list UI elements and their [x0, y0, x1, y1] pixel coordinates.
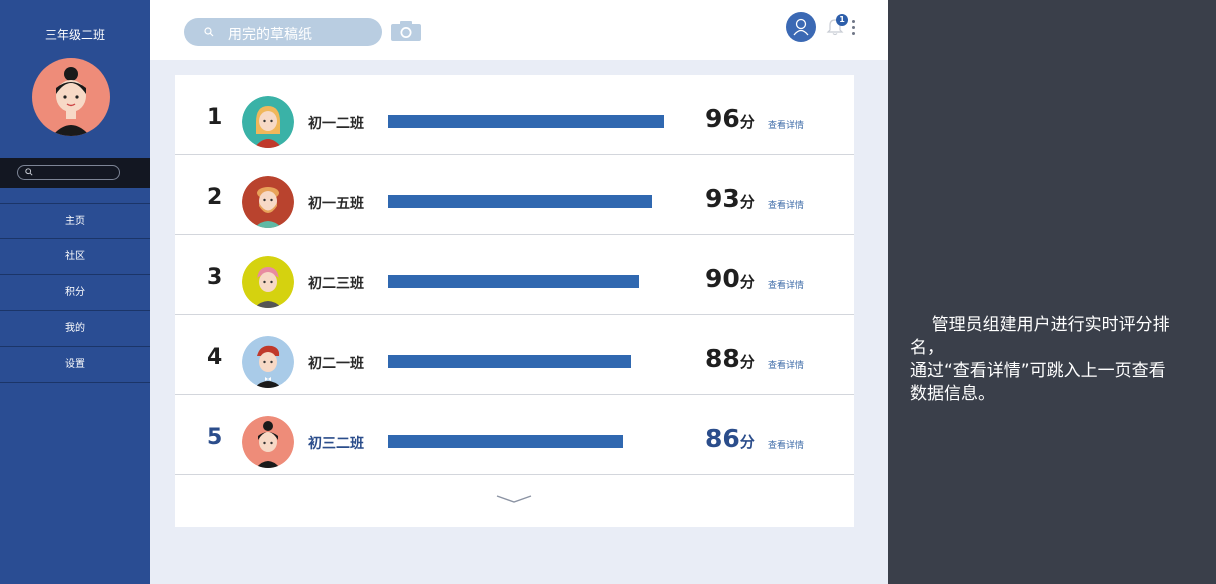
class-name: 初二三班	[308, 276, 364, 292]
sidebar: 三年级二班 主页 社区 积分 我的 设置	[0, 0, 150, 584]
sidebar-item-community[interactable]: 社区	[0, 239, 150, 275]
rank-number: 2	[207, 185, 223, 210]
sidebar-item-points[interactable]: 积分	[0, 275, 150, 311]
search-icon	[25, 168, 33, 176]
camera-icon[interactable]	[390, 20, 422, 42]
class-title: 三年级二班	[44, 28, 105, 42]
sidebar-nav: 主页 社区 积分 我的 设置	[0, 203, 150, 383]
main-area: 用完的草稿纸 1 1 初一二班 96分 查看详情 2 初一五班 93分 查看详情…	[150, 0, 888, 584]
bun-girl-avatar	[242, 416, 294, 468]
girl-teal-avatar	[242, 96, 294, 148]
sidebar-search-input[interactable]	[17, 165, 120, 180]
score-bar	[388, 115, 664, 128]
view-details-link[interactable]: 查看详情	[768, 118, 804, 131]
notification-badge: 1	[836, 14, 848, 26]
bearded-man-avatar	[242, 176, 294, 228]
search-text: 用完的草稿纸	[228, 27, 312, 43]
more-menu-icon[interactable]	[852, 20, 856, 36]
rank-number: 5	[207, 425, 223, 450]
chevron-down-icon[interactable]	[495, 493, 533, 505]
sidebar-item-home[interactable]: 主页	[0, 203, 150, 239]
score-bar	[388, 355, 631, 368]
view-details-link[interactable]: 查看详情	[768, 358, 804, 371]
user-avatar[interactable]	[786, 12, 816, 42]
annotation-text: 管理员组建用户进行实时评分排名， 通过“查看详情”可跳入上一页查看数据信息。	[910, 314, 1170, 406]
user-icon	[793, 18, 809, 36]
red-hair-man-avatar	[242, 336, 294, 388]
pink-hair-avatar	[242, 256, 294, 308]
score-bar	[388, 195, 652, 208]
view-details-link[interactable]: 查看详情	[768, 198, 804, 211]
score-value: 96分	[705, 104, 755, 133]
class-name: 初三二班	[308, 436, 364, 452]
rank-number: 1	[207, 105, 223, 130]
view-details-link[interactable]: 查看详情	[768, 278, 804, 291]
score-bar	[388, 435, 623, 448]
class-name: 初一五班	[308, 196, 364, 212]
score-value: 93分	[705, 184, 755, 213]
rank-number: 4	[207, 345, 223, 370]
ranking-row: 4 初二一班 88分 查看详情	[175, 315, 854, 395]
score-bar	[388, 275, 639, 288]
view-details-link[interactable]: 查看详情	[768, 438, 804, 451]
ranking-row: 3 初二三班 90分 查看详情	[175, 235, 854, 315]
score-value: 88分	[705, 344, 755, 373]
ranking-row: 5 初三二班 86分 查看详情	[175, 395, 854, 475]
class-name: 初一二班	[308, 116, 364, 132]
ranking-row: 2 初一五班 93分 查看详情	[175, 155, 854, 235]
annotation-line-1: 管理员组建用户进行实时评分排名，	[910, 315, 1170, 358]
score-value: 86分	[705, 424, 755, 453]
ranking-card: 1 初一二班 96分 查看详情 2 初一五班 93分 查看详情 3 初二三班 9…	[175, 75, 854, 527]
profile-avatar[interactable]	[32, 58, 110, 136]
top-bar: 用完的草稿纸 1	[150, 0, 888, 60]
rank-number: 3	[207, 265, 223, 290]
annotation-line-2: 通过“查看详情”可跳入上一页查看数据信息。	[910, 361, 1166, 404]
score-value: 90分	[705, 264, 755, 293]
search-icon	[204, 27, 214, 37]
class-name: 初二一班	[308, 356, 364, 372]
search-input[interactable]: 用完的草稿纸	[184, 18, 382, 46]
ranking-row: 1 初一二班 96分 查看详情	[175, 75, 854, 155]
sidebar-item-settings[interactable]: 设置	[0, 347, 150, 383]
sidebar-item-mine[interactable]: 我的	[0, 311, 150, 347]
